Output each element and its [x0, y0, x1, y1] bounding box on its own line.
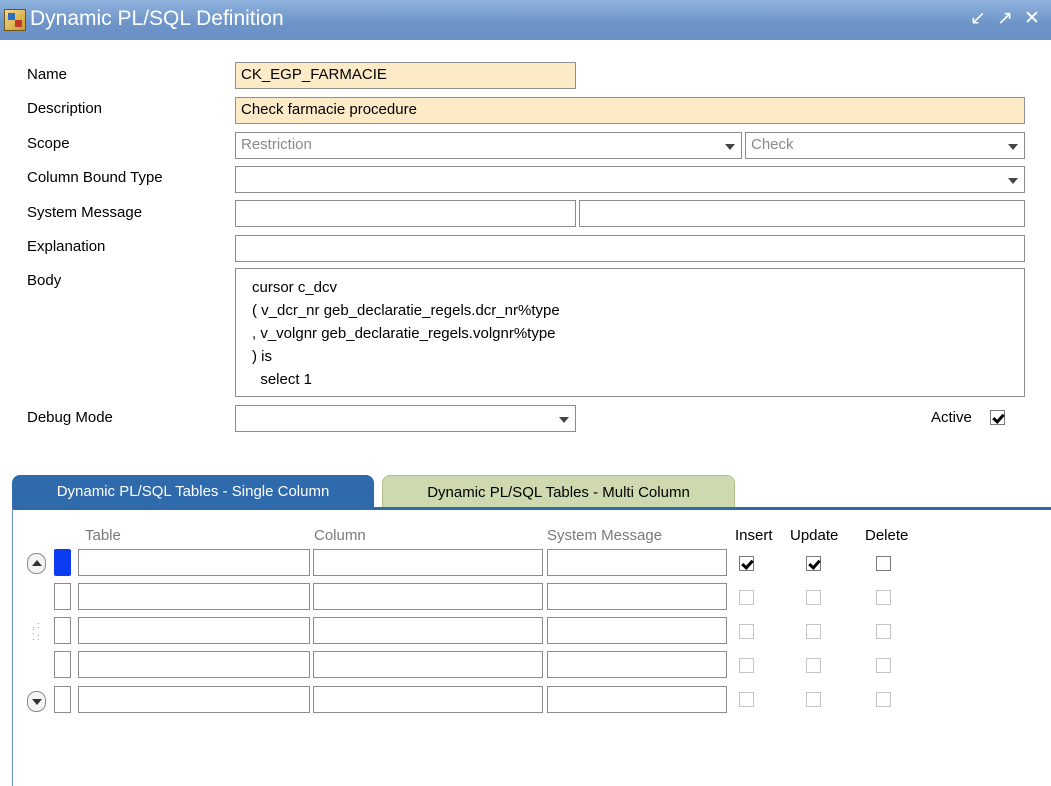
column-header-table: Table: [85, 527, 121, 544]
delete-checkbox[interactable]: [876, 556, 891, 571]
system-message-cell[interactable]: [547, 549, 727, 576]
scroll-up-button[interactable]: [27, 553, 46, 574]
close-icon[interactable]: ✕: [1022, 8, 1042, 30]
debug-mode-label: Debug Mode: [27, 409, 113, 426]
row-indicator[interactable]: [54, 686, 71, 713]
tab-multi-column[interactable]: Dynamic PL/SQL Tables - Multi Column: [382, 475, 735, 508]
column-bound-type-select[interactable]: [235, 166, 1025, 193]
table-cell[interactable]: [78, 583, 310, 610]
row-indicator[interactable]: [54, 583, 71, 610]
system-message-code-field[interactable]: [235, 200, 576, 227]
body-line: ( v_dcr_nr geb_declaratie_regels.dcr_nr%…: [252, 302, 560, 319]
debug-mode-select[interactable]: [235, 405, 576, 432]
column-header-insert: Insert: [735, 527, 773, 544]
column-cell[interactable]: [313, 549, 543, 576]
body-line: , v_volgnr geb_declaratie_regels.volgnr%…: [252, 325, 556, 342]
insert-checkbox[interactable]: [739, 590, 754, 605]
column-header-system-message: System Message: [547, 527, 663, 544]
chevron-down-icon: [1008, 144, 1018, 150]
name-label: Name: [27, 66, 68, 83]
system-message-cell[interactable]: [547, 686, 727, 713]
description-label: Description: [27, 100, 103, 117]
system-message-text-field[interactable]: [579, 200, 1025, 227]
column-cell[interactable]: [313, 617, 543, 644]
column-header-delete: Delete: [865, 527, 909, 544]
chevron-down-icon: [725, 144, 735, 150]
row-indicator-current[interactable]: [54, 549, 71, 576]
active-label: Active: [931, 409, 972, 426]
column-cell[interactable]: [313, 583, 543, 610]
delete-checkbox[interactable]: [876, 692, 891, 707]
body-line: cursor c_dcv: [252, 279, 338, 296]
body-label: Body: [27, 272, 62, 289]
app-icon: [4, 9, 26, 31]
scope-label: Scope: [27, 135, 70, 152]
chevron-down-icon: [559, 417, 569, 423]
chevron-down-icon: [1008, 178, 1018, 184]
delete-checkbox[interactable]: [876, 590, 891, 605]
tab-single-column[interactable]: Dynamic PL/SQL Tables - Single Column: [12, 475, 374, 508]
scroll-down-button[interactable]: [27, 691, 46, 712]
table-cell[interactable]: [78, 686, 310, 713]
column-header-update: Update: [790, 527, 839, 544]
body-line: ) is: [252, 348, 272, 365]
column-cell[interactable]: [313, 686, 543, 713]
update-checkbox[interactable]: [806, 590, 821, 605]
body-line: select 1: [252, 371, 313, 388]
tab-divider: [12, 507, 1051, 510]
title-bar[interactable]: Dynamic PL/SQL Definition ↙ ↗ ✕: [0, 0, 1051, 40]
body-textarea[interactable]: cursor c_dcv ( v_dcr_nr geb_declaratie_r…: [235, 268, 1025, 397]
scroll-grip-icon[interactable]: . ::. :: [32, 621, 42, 646]
delete-checkbox[interactable]: [876, 624, 891, 639]
scope-type-select[interactable]: Check: [745, 132, 1025, 159]
insert-checkbox[interactable]: [739, 658, 754, 673]
description-field[interactable]: Check farmacie procedure: [235, 97, 1025, 124]
column-bound-type-label: Column Bound Type: [27, 169, 163, 186]
system-message-cell[interactable]: [547, 651, 727, 678]
update-checkbox[interactable]: [806, 658, 821, 673]
table-cell[interactable]: [78, 651, 310, 678]
update-checkbox[interactable]: [806, 624, 821, 639]
update-checkbox[interactable]: [806, 556, 821, 571]
column-cell[interactable]: [313, 651, 543, 678]
scope-type-select-value: Check: [751, 136, 794, 153]
name-field[interactable]: CK_EGP_FARMACIE: [235, 62, 576, 89]
maximize-icon[interactable]: ↗: [995, 8, 1015, 30]
table-cell[interactable]: [78, 617, 310, 644]
table-cell[interactable]: [78, 549, 310, 576]
scope-select-value: Restriction: [241, 136, 312, 153]
insert-checkbox[interactable]: [739, 624, 754, 639]
scope-select[interactable]: Restriction: [235, 132, 742, 159]
insert-checkbox[interactable]: [739, 556, 754, 571]
window-title: Dynamic PL/SQL Definition: [30, 7, 284, 30]
system-message-cell[interactable]: [547, 583, 727, 610]
explanation-field[interactable]: [235, 235, 1025, 262]
update-checkbox[interactable]: [806, 692, 821, 707]
active-checkbox[interactable]: [990, 410, 1005, 425]
system-message-cell[interactable]: [547, 617, 727, 644]
dynamic-plsql-definition-window: Dynamic PL/SQL Definition ↙ ↗ ✕ Name CK_…: [0, 0, 1051, 786]
column-header-column: Column: [314, 527, 366, 544]
row-indicator[interactable]: [54, 651, 71, 678]
row-indicator[interactable]: [54, 617, 71, 644]
explanation-label: Explanation: [27, 238, 106, 255]
minimize-icon[interactable]: ↙: [968, 8, 988, 30]
chevron-down-icon: [32, 699, 42, 705]
insert-checkbox[interactable]: [739, 692, 754, 707]
system-message-label: System Message: [27, 204, 143, 221]
chevron-up-icon: [32, 560, 42, 566]
panel-border: [12, 508, 13, 786]
delete-checkbox[interactable]: [876, 658, 891, 673]
